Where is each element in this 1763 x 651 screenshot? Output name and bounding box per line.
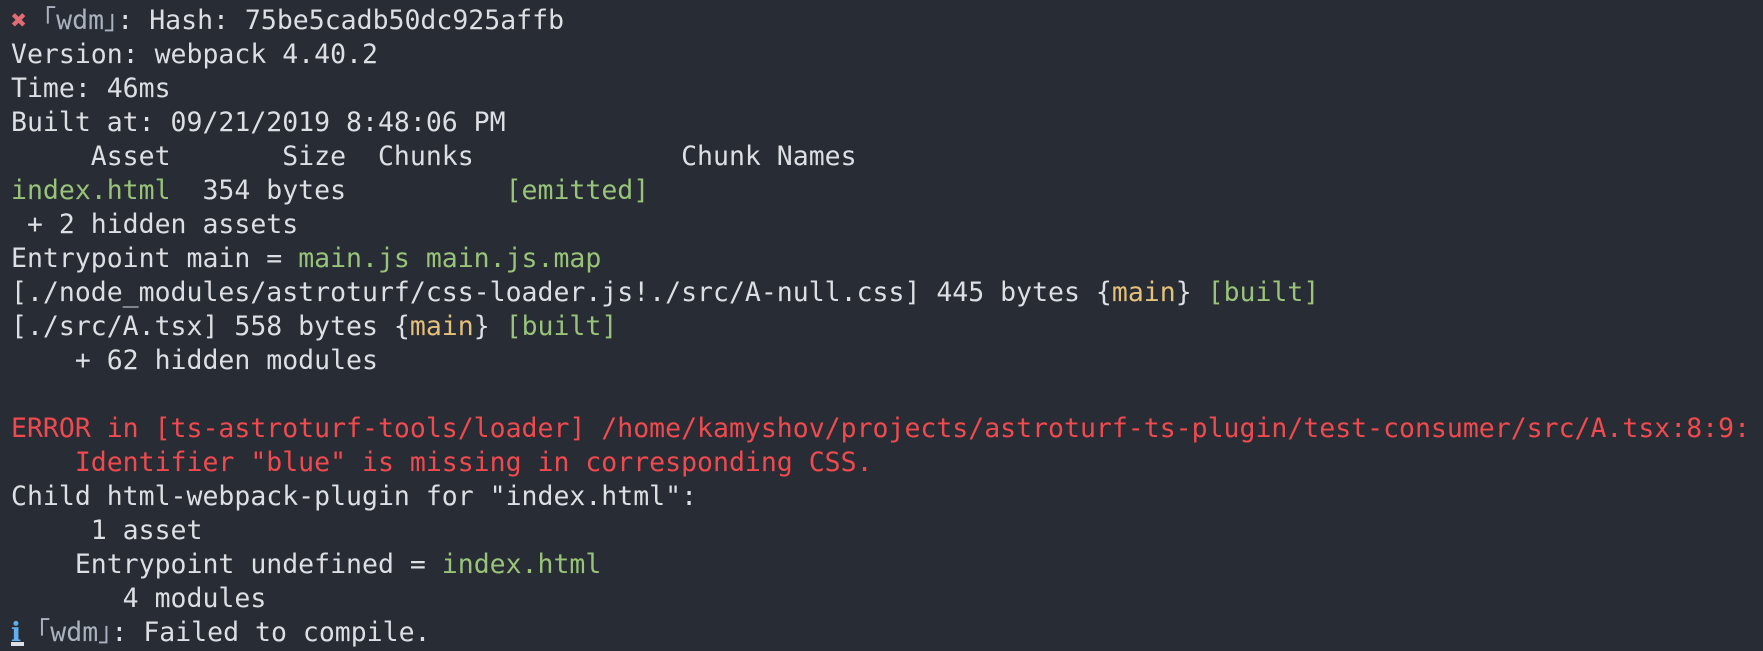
time-line: Time: 46ms — [11, 72, 1763, 106]
terminal-output[interactable]: ✖ ｢wdm｣: Hash: 75be5cadb50dc925affb Versi… — [0, 0, 1763, 651]
asset-row-index-html-segment: index.html — [11, 175, 171, 206]
child-plugin-line-segment: Child html-webpack-plugin for "index.htm… — [11, 481, 698, 512]
child-entrypoint-line: Entrypoint undefined = index.html — [11, 548, 1763, 582]
module-line-css-segment: [./node_modules/astroturf/css-loader.js!… — [11, 277, 1112, 308]
time-line-segment: Time: 46ms — [11, 73, 171, 104]
module-line-css: [./node_modules/astroturf/css-loader.js!… — [11, 276, 1763, 310]
entrypoint-line-segment: Entrypoint main = — [11, 243, 299, 274]
child-entrypoint-line-segment: index.html — [441, 549, 602, 580]
child-asset-count-line-segment: 1 asset — [11, 515, 203, 546]
module-line-tsx-segment: [./src/A.tsx] 558 bytes { — [11, 311, 410, 342]
asset-table-header: Asset Size Chunks Chunk Names — [11, 140, 1763, 174]
child-modules-line: 4 modules — [11, 582, 1763, 616]
built-at-line-segment: Built at: 09/21/2019 8:48:06 PM — [11, 107, 506, 138]
entrypoint-line-segment: main.js main.js.map — [298, 243, 602, 274]
terminal-cursor — [11, 642, 24, 646]
module-line-css-segment: main — [1111, 277, 1176, 308]
failed-compile-line-segment: : Failed to compile. — [111, 617, 431, 648]
built-at-line: Built at: 09/21/2019 8:48:06 PM — [11, 106, 1763, 140]
version-line-segment: Version: webpack 4.40.2 — [11, 39, 378, 70]
entrypoint-line: Entrypoint main = main.js main.js.map — [11, 242, 1763, 276]
module-line-tsx: [./src/A.tsx] 558 bytes {main} [built] — [11, 310, 1763, 344]
child-modules-line-segment: 4 modules — [11, 583, 267, 614]
child-asset-count-line: 1 asset — [11, 514, 1763, 548]
error-header-line: ERROR in [ts-astroturf-tools/loader] /ho… — [11, 412, 1763, 446]
hidden-assets-line: + 2 hidden assets — [11, 208, 1763, 242]
asset-row-index-html-segment: [emitted] — [505, 175, 650, 206]
version-line: Version: webpack 4.40.2 — [11, 38, 1763, 72]
asset-row-index-html-segment: 354 bytes — [170, 175, 506, 206]
module-line-tsx-segment: main — [409, 311, 474, 342]
hidden-modules-line-segment: + 62 hidden modules — [11, 345, 378, 376]
module-line-css-segment: } — [1175, 277, 1208, 308]
error-x-icon: ✖ — [11, 5, 27, 36]
module-line-tsx-segment: [built] — [505, 311, 618, 342]
child-entrypoint-line-segment: Entrypoint undefined = — [11, 549, 442, 580]
hidden-modules-line: + 62 hidden modules — [11, 344, 1763, 378]
hidden-assets-line-segment: + 2 hidden assets — [11, 209, 299, 240]
module-line-css-segment: [built] — [1207, 277, 1320, 308]
hash-line-segment: ｢wdm｣ — [26, 5, 118, 36]
error-header-line-segment: ERROR in [ts-astroturf-tools/loader] /ho… — [11, 413, 1751, 444]
asset-row-index-html: index.html 354 bytes [emitted] — [11, 174, 1763, 208]
hash-line-segment: : Hash: 75be5cadb50dc925affb — [117, 5, 565, 36]
error-message-line: Identifier "blue" is missing in correspo… — [11, 446, 1763, 480]
failed-compile-line-segment: ｢wdm｣ — [21, 617, 112, 648]
module-line-tsx-segment: } — [473, 311, 506, 342]
hash-line: ✖ ｢wdm｣: Hash: 75be5cadb50dc925affb — [11, 4, 1763, 38]
error-message-line-segment: Identifier "blue" is missing in correspo… — [11, 447, 873, 478]
child-plugin-line: Child html-webpack-plugin for "index.htm… — [11, 480, 1763, 514]
asset-table-header-segment: Asset Size Chunks Chunk Names — [11, 141, 857, 172]
failed-compile-line: ℹ ｢wdm｣: Failed to compile. — [11, 616, 1763, 650]
